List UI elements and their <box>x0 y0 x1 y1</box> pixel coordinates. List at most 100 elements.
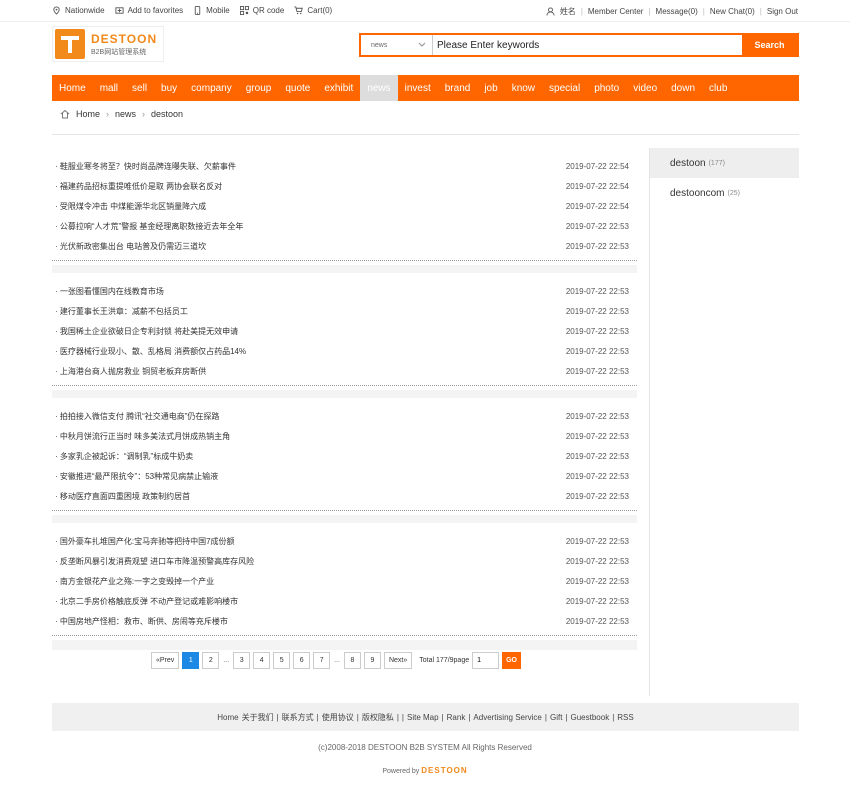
list-item[interactable]: · 移动医疗直面四重困境 政策制约居首 2019-07-22 22:53 <box>52 486 637 506</box>
nav-item-quote[interactable]: quote <box>278 75 317 101</box>
sidebar-item-destooncom[interactable]: destooncom (25) <box>650 178 799 208</box>
news-title-link[interactable]: · 上海港台商人抛房救业 铜贸老板弃房断供 <box>55 366 206 377</box>
nav-item-club[interactable]: club <box>702 75 734 101</box>
list-item[interactable]: · 鞋服业寒冬将至？快时尚品牌连曝失联、欠薪事件 2019-07-22 22:54 <box>52 156 637 176</box>
new-chat-link[interactable]: New Chat(0) <box>710 7 755 16</box>
search-category-select[interactable]: news <box>361 35 433 55</box>
list-item[interactable]: · 一张图看懂国内在线教育市场 2019-07-22 22:53 <box>52 281 637 301</box>
news-title-link[interactable]: · 移动医疗直面四重困境 政策制约居首 <box>55 491 190 502</box>
search-input[interactable] <box>433 35 742 55</box>
list-item[interactable]: · 南方金银花产业之殇:一字之变毁掉一个产业 2019-07-22 22:53 <box>52 571 637 591</box>
qr-code-link[interactable]: QR code <box>239 6 284 15</box>
nav-item-company[interactable]: company <box>184 75 239 101</box>
nav-item-special[interactable]: special <box>542 75 587 101</box>
go-button[interactable]: GO <box>502 652 521 669</box>
list-item[interactable]: · 反垄断风暴引发消费观望 进口车市降温预警高库存风险 2019-07-22 22… <box>52 551 637 571</box>
page-button-3[interactable]: 3 <box>233 652 251 669</box>
footer-link[interactable]: Gift <box>550 713 562 722</box>
list-item[interactable]: · 医疗器械行业现小、散、乱格局 消费额仅占药品14% 2019-07-22 22… <box>52 341 637 361</box>
list-item[interactable]: · 建行董事长王洪章：减薪不包括员工 2019-07-22 22:53 <box>52 301 637 321</box>
page-button-8[interactable]: 8 <box>343 652 361 669</box>
nav-item-home[interactable]: Home <box>52 75 93 101</box>
news-title-link[interactable]: · 建行董事长王洪章：减薪不包括员工 <box>55 306 188 317</box>
page-button-7[interactable]: 7 <box>313 652 331 669</box>
page-button-6[interactable]: 6 <box>293 652 311 669</box>
news-title-link[interactable]: · 中国房地产怪相：救市、断供、房闹等充斥楼市 <box>55 616 228 627</box>
cart-link[interactable]: Cart(0) <box>294 6 332 15</box>
nav-item-sell[interactable]: sell <box>125 75 154 101</box>
nav-item-video[interactable]: video <box>626 75 664 101</box>
news-title-link[interactable]: · 多家乳企被起诉：“调制乳”标成牛奶卖 <box>55 451 193 462</box>
nav-item-know[interactable]: know <box>505 75 542 101</box>
news-title-link[interactable]: · 鞋服业寒冬将至？快时尚品牌连曝失联、欠薪事件 <box>55 161 236 172</box>
news-title-link[interactable]: · 我国稀土企业欲破日企专利封锁 将赴美提无效申请 <box>55 326 238 337</box>
page-button-4[interactable]: 4 <box>253 652 271 669</box>
list-item[interactable]: · 多家乳企被起诉：“调制乳”标成牛奶卖 2019-07-22 22:53 <box>52 446 637 466</box>
footer-link[interactable]: 版权隐私 <box>362 712 394 723</box>
news-title-link[interactable]: · 拍拍接入微信支付 腾讯“社交通电商”仍在探路 <box>55 411 219 422</box>
member-center-link[interactable]: Member Center <box>588 7 644 16</box>
nav-item-invest[interactable]: invest <box>398 75 438 101</box>
news-title-link[interactable]: · 一张图看懂国内在线教育市场 <box>55 286 164 297</box>
nav-item-news[interactable]: news <box>360 75 398 101</box>
news-title-link[interactable]: · 受限煤令冲击 中煤能源华北区销量降六成 <box>55 201 206 212</box>
breadcrumb-destoon[interactable]: destoon <box>151 109 183 119</box>
sidebar-item-destoon[interactable]: destoon (177) <box>650 148 799 178</box>
nav-item-down[interactable]: down <box>664 75 702 101</box>
breadcrumb-home[interactable]: Home <box>76 109 100 119</box>
news-title-link[interactable]: · 中秋月饼流行正当时 味多美法式月饼成热销主角 <box>55 431 230 442</box>
list-item[interactable]: · 公募拉响“人才荒”警报 基金经理离职数接近去年全年 2019-07-22 22… <box>52 216 637 236</box>
footer-link[interactable]: 联系方式 <box>282 712 314 723</box>
news-title-link[interactable]: · 公募拉响“人才荒”警报 基金经理离职数接近去年全年 <box>55 221 243 232</box>
mobile-link[interactable]: Mobile <box>193 6 230 15</box>
page-button-5[interactable]: 5 <box>273 652 291 669</box>
news-title-link[interactable]: · 光伏新政密集出台 电站普及仍需迈三道坎 <box>55 241 206 252</box>
footer-link[interactable]: Rank <box>447 713 466 722</box>
nav-item-photo[interactable]: photo <box>587 75 626 101</box>
list-item[interactable]: · 拍拍接入微信支付 腾讯“社交通电商”仍在探路 2019-07-22 22:53 <box>52 406 637 426</box>
footer-link[interactable]: Home <box>217 713 238 722</box>
footer-link[interactable]: RSS <box>617 713 633 722</box>
list-item[interactable]: · 上海港台商人抛房救业 铜贸老板弃房断供 2019-07-22 22:53 <box>52 361 637 381</box>
list-item[interactable]: · 福建药品招标重提唯低价是取 两协会联名反对 2019-07-22 22:54 <box>52 176 637 196</box>
breadcrumb-news[interactable]: news <box>115 109 136 119</box>
list-item[interactable]: · 我国稀土企业欲破日企专利封锁 将赴美提无效申请 2019-07-22 22:5… <box>52 321 637 341</box>
news-title-link[interactable]: · 安徽推进“最严限抗令”：53种常见病禁止输液 <box>55 471 218 482</box>
list-item[interactable]: · 受限煤令冲击 中煤能源华北区销量降六成 2019-07-22 22:54 <box>52 196 637 216</box>
list-item[interactable]: · 中秋月饼流行正当时 味多美法式月饼成热销主角 2019-07-22 22:53 <box>52 426 637 446</box>
footer-link[interactable]: Site Map <box>407 713 439 722</box>
footer-link[interactable]: 使用协议 <box>322 712 354 723</box>
footer-link[interactable]: Advertising Service <box>473 713 541 722</box>
page-jump-input[interactable] <box>472 652 500 669</box>
nav-item-group[interactable]: group <box>239 75 279 101</box>
search-button[interactable]: Search <box>742 35 797 55</box>
page-button-9[interactable]: 9 <box>363 652 381 669</box>
username-link[interactable]: 姓名 <box>560 6 576 17</box>
prev-page-button[interactable]: «Prev <box>151 652 180 669</box>
news-title-link[interactable]: · 福建药品招标重提唯低价是取 两协会联名反对 <box>55 181 222 192</box>
news-title-link[interactable]: · 医疗器械行业现小、散、乱格局 消费额仅占药品14% <box>55 346 246 357</box>
site-logo[interactable]: DESTOON B2B网站管理系统 <box>52 26 164 62</box>
footer-link[interactable]: 关于我们 <box>242 712 274 723</box>
list-item[interactable]: · 光伏新政密集出台 电站普及仍需迈三道坎 2019-07-22 22:53 <box>52 236 637 256</box>
footer-link[interactable]: Guestbook <box>571 713 610 722</box>
nav-item-exhibit[interactable]: exhibit <box>317 75 360 101</box>
nav-item-brand[interactable]: brand <box>438 75 478 101</box>
news-title-link[interactable]: · 国外豪车扎堆国产化:宝马奔驰等把持中国7成份额 <box>55 536 235 547</box>
sign-out-link[interactable]: Sign Out <box>767 7 798 16</box>
page-button-1[interactable]: 1 <box>182 652 200 669</box>
list-item[interactable]: · 国外豪车扎堆国产化:宝马奔驰等把持中国7成份额 2019-07-22 22:5… <box>52 531 637 551</box>
news-title-link[interactable]: · 北京二手房价格触底反弹 不动产登记或难影响楼市 <box>55 596 238 607</box>
list-item[interactable]: · 中国房地产怪相：救市、断供、房闹等充斥楼市 2019-07-22 22:53 <box>52 611 637 631</box>
next-page-button[interactable]: Next» <box>383 652 413 669</box>
message-link[interactable]: Message(0) <box>656 7 698 16</box>
list-item[interactable]: · 北京二手房价格触底反弹 不动产登记或难影响楼市 2019-07-22 22:5… <box>52 591 637 611</box>
nav-item-job[interactable]: job <box>477 75 504 101</box>
news-title-link[interactable]: · 南方金银花产业之殇:一字之变毁掉一个产业 <box>55 576 214 587</box>
page-button-2[interactable]: 2 <box>202 652 220 669</box>
list-item[interactable]: · 安徽推进“最严限抗令”：53种常见病禁止输液 2019-07-22 22:53 <box>52 466 637 486</box>
nav-item-mall[interactable]: mall <box>93 75 125 101</box>
news-title-link[interactable]: · 反垄断风暴引发消费观望 进口车市降温预警高库存风险 <box>55 556 254 567</box>
nationwide-link[interactable]: Nationwide <box>52 6 105 15</box>
nav-item-buy[interactable]: buy <box>154 75 184 101</box>
